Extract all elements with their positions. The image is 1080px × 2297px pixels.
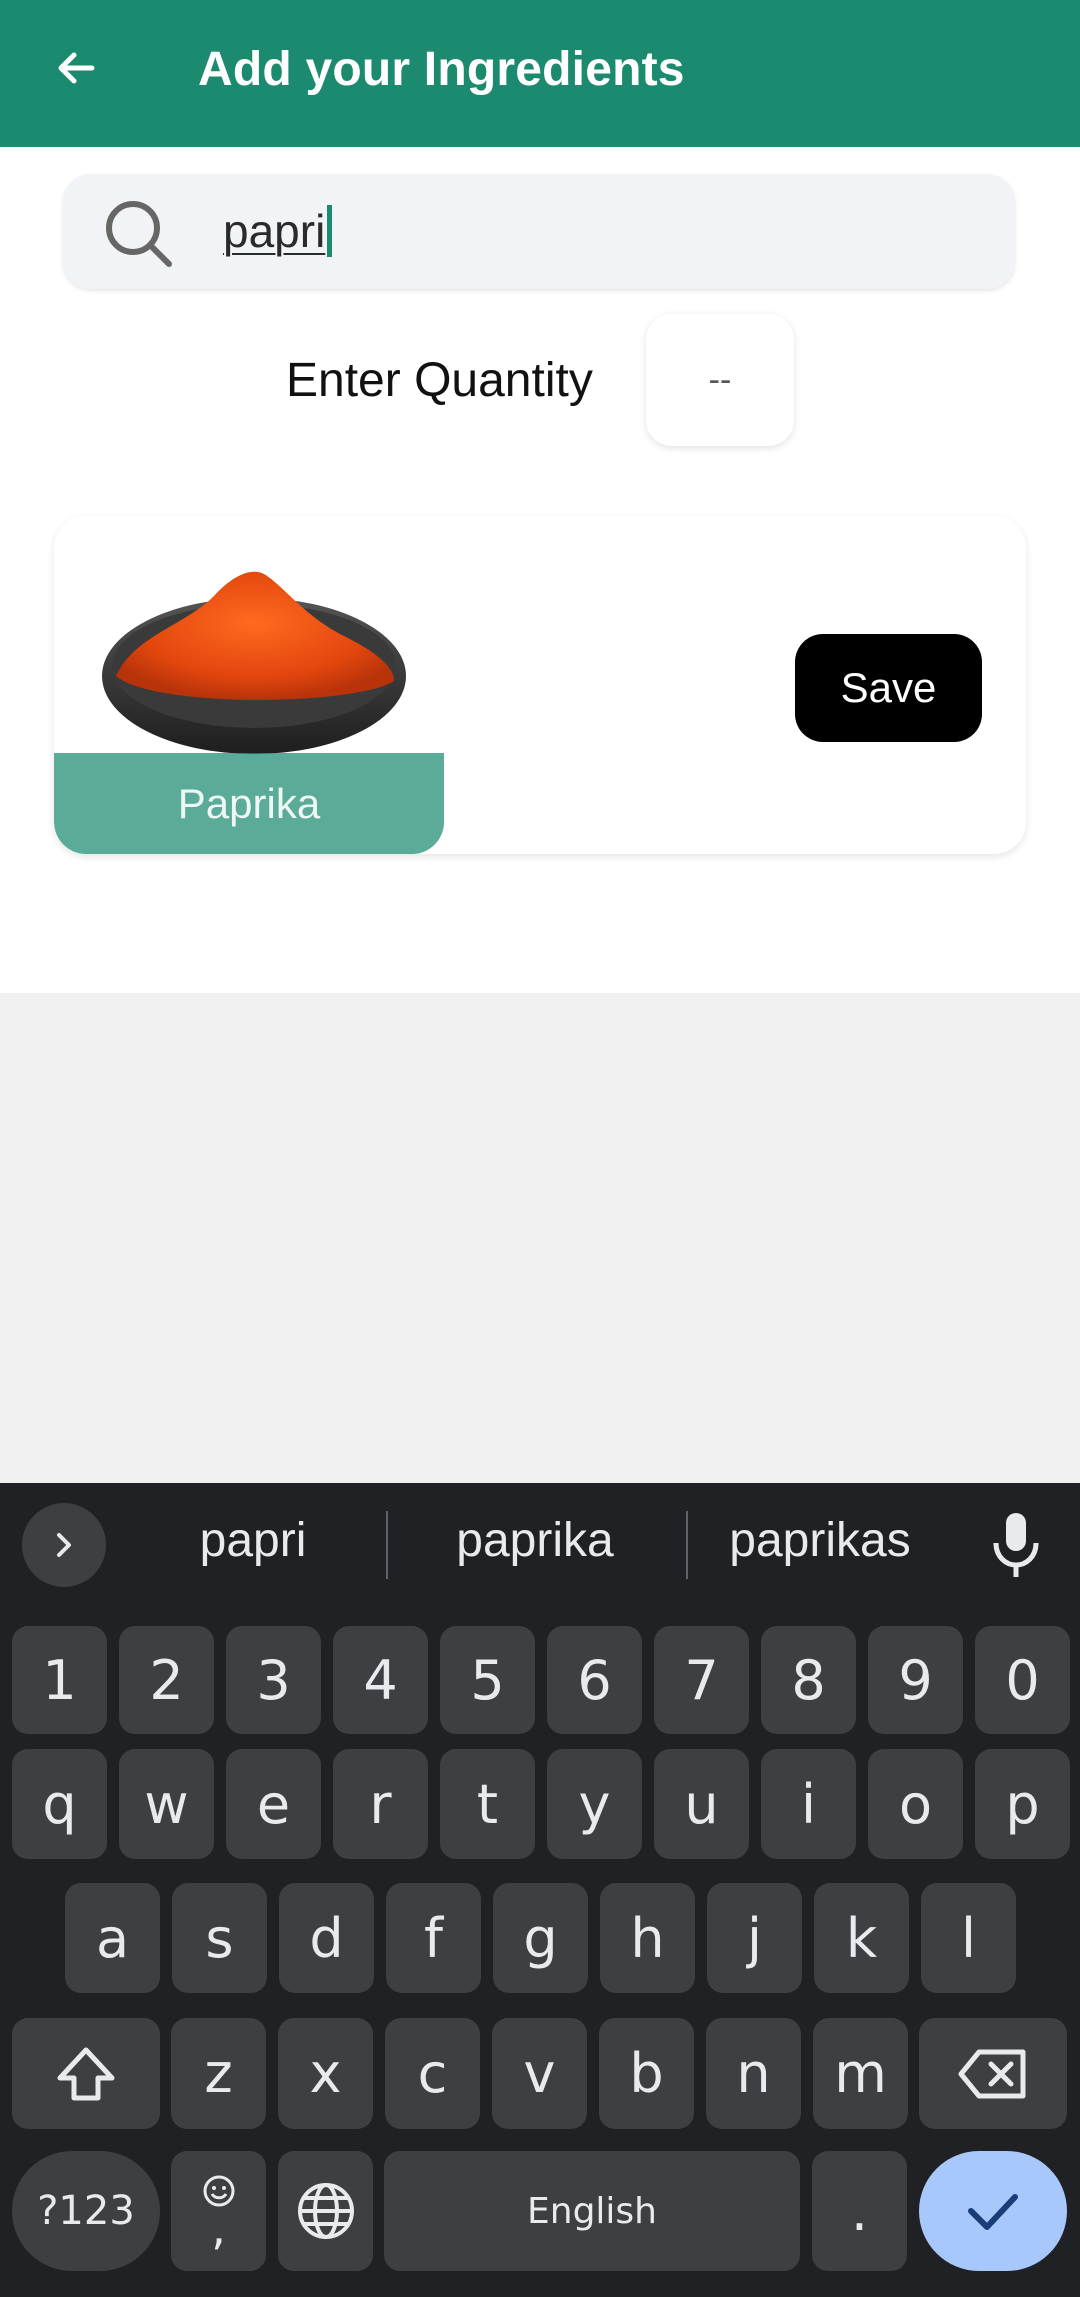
letter-key[interactable]: f xyxy=(386,1883,481,1993)
suggestion-divider xyxy=(686,1511,688,1579)
shift-key[interactable] xyxy=(12,2018,160,2129)
period-key[interactable]: . xyxy=(812,2151,907,2271)
shift-icon xyxy=(57,2047,115,2100)
digit-key[interactable]: 9 xyxy=(868,1626,963,1734)
chevron-right-icon xyxy=(57,1533,71,1557)
symbols-key[interactable]: ?123 xyxy=(12,2151,160,2271)
digit-key[interactable]: 3 xyxy=(226,1626,321,1734)
paprika-bowl-image xyxy=(102,571,406,754)
save-button[interactable]: Save xyxy=(795,634,982,742)
letter-key[interactable]: k xyxy=(814,1883,909,1993)
suggestion-2[interactable]: paprika xyxy=(410,1513,660,1568)
letter-key[interactable]: o xyxy=(868,1749,963,1859)
letter-key[interactable]: l xyxy=(921,1883,1016,1993)
search-value: papri xyxy=(223,204,333,258)
content-area: papri Enter Quantity -- Paprika Save xyxy=(0,147,1080,993)
comma-label: , xyxy=(211,2201,226,2255)
backspace-icon xyxy=(958,2049,1026,2098)
digit-key[interactable]: 4 xyxy=(333,1626,428,1734)
suggestion-1[interactable]: papri xyxy=(150,1513,356,1568)
letter-key[interactable]: c xyxy=(385,2018,480,2129)
digit-key[interactable]: 1 xyxy=(12,1626,107,1734)
suggestion-divider xyxy=(386,1511,388,1579)
letter-key[interactable]: z xyxy=(171,2018,266,2129)
digit-key[interactable]: 5 xyxy=(440,1626,535,1734)
digit-key[interactable]: 0 xyxy=(975,1626,1070,1734)
search-input[interactable]: papri xyxy=(63,174,1015,289)
microphone-icon[interactable] xyxy=(986,1509,1046,1581)
letter-key[interactable]: n xyxy=(706,2018,801,2129)
letter-key[interactable]: q xyxy=(12,1749,107,1859)
letter-key[interactable]: e xyxy=(226,1749,321,1859)
letter-key[interactable]: w xyxy=(119,1749,214,1859)
digit-key[interactable]: 2 xyxy=(119,1626,214,1734)
suggestion-3[interactable]: paprikas xyxy=(700,1513,940,1568)
letter-key[interactable]: r xyxy=(333,1749,428,1859)
expand-toolbar-button[interactable] xyxy=(22,1503,106,1587)
backspace-key[interactable] xyxy=(919,2018,1067,2129)
text-caret xyxy=(327,205,333,257)
letter-key[interactable]: h xyxy=(600,1883,695,1993)
letter-key[interactable]: d xyxy=(279,1883,374,1993)
arrow-left-icon xyxy=(58,52,95,84)
quantity-field[interactable]: -- xyxy=(646,314,794,446)
letter-key[interactable]: p xyxy=(975,1749,1070,1859)
digit-key[interactable]: 7 xyxy=(654,1626,749,1734)
suggestion-bar: papri paprika paprikas xyxy=(0,1483,1080,1608)
letter-key[interactable]: j xyxy=(707,1883,802,1993)
emoji-comma-key[interactable]: , xyxy=(171,2151,266,2271)
check-icon xyxy=(968,2194,1018,2230)
letter-key[interactable]: s xyxy=(172,1883,267,1993)
letter-key[interactable]: i xyxy=(761,1749,856,1859)
app-bar: Add your Ingredients xyxy=(0,0,1080,147)
letter-key[interactable]: x xyxy=(278,2018,373,2129)
letter-key[interactable]: y xyxy=(547,1749,642,1859)
ingredient-card: Paprika Save xyxy=(54,516,1026,854)
space-key[interactable]: English xyxy=(384,2151,800,2271)
letter-key[interactable]: b xyxy=(599,2018,694,2129)
letter-key[interactable]: u xyxy=(654,1749,749,1859)
letter-key[interactable]: m xyxy=(813,2018,908,2129)
page-title: Add your Ingredients xyxy=(198,43,685,96)
soft-keyboard: papri paprika paprikas 1234567890 qwertyu… xyxy=(0,1483,1080,2297)
quantity-label: Enter Quantity xyxy=(286,354,593,407)
letter-key[interactable]: t xyxy=(440,1749,535,1859)
back-button[interactable] xyxy=(44,36,108,100)
letter-key[interactable]: a xyxy=(65,1883,160,1993)
language-key[interactable] xyxy=(278,2151,373,2271)
digit-key[interactable]: 8 xyxy=(761,1626,856,1734)
ingredient-name: Paprika xyxy=(177,779,321,827)
letter-key[interactable]: g xyxy=(493,1883,588,1993)
done-key[interactable] xyxy=(919,2151,1067,2271)
search-icon xyxy=(106,201,172,267)
digit-key[interactable]: 6 xyxy=(547,1626,642,1734)
ingredient-name-bar: Paprika xyxy=(54,753,444,854)
letter-key[interactable]: v xyxy=(492,2018,587,2129)
globe-icon xyxy=(297,2183,354,2239)
